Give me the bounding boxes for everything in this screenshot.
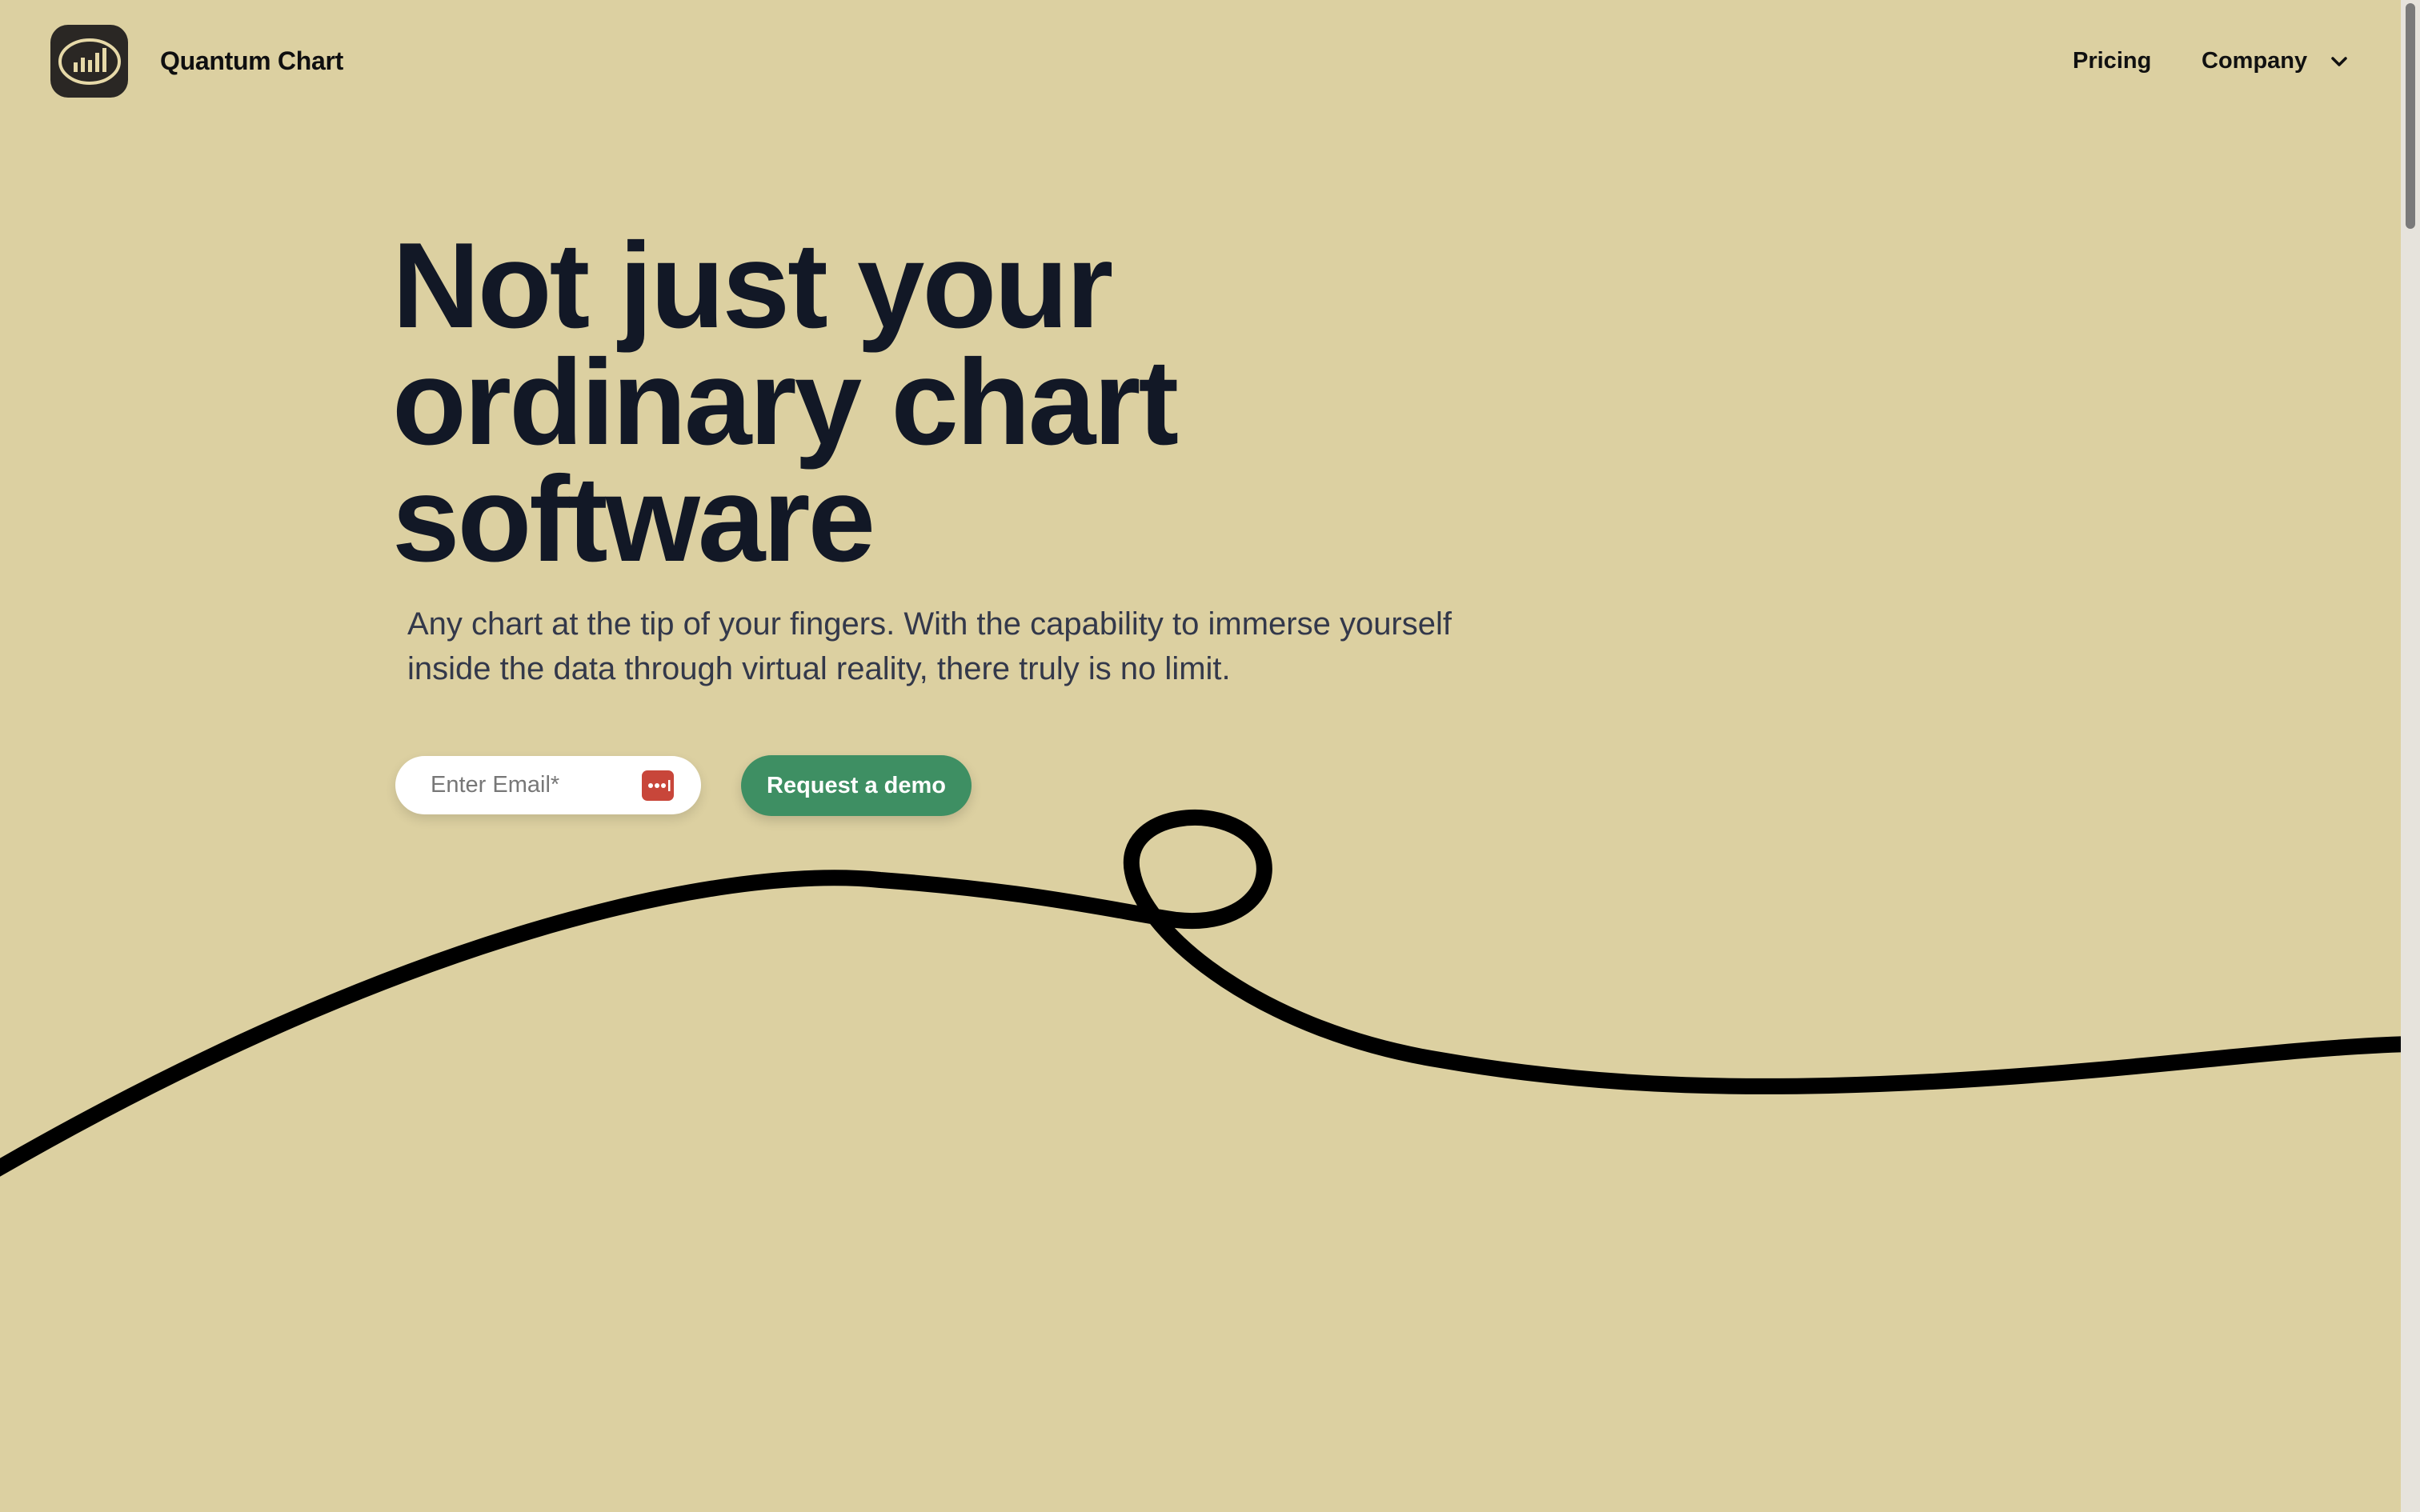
landing-page: Quantum Chart Pricing Company Not just y… [0,0,2420,1512]
chevron-down-icon [2331,56,2347,66]
site-header: Quantum Chart Pricing Company [0,0,2401,128]
email-input[interactable] [429,771,632,799]
chart-logo-icon[interactable] [50,25,128,98]
scrollbar-thumb[interactable] [2406,3,2415,229]
page-scrollbar[interactable] [2401,0,2420,1512]
nav-dropdown-company[interactable]: Company [2202,48,2350,74]
brand-name[interactable]: Quantum Chart [160,46,343,76]
email-field-wrapper [395,756,701,814]
nav-company-label: Company [2202,48,2308,74]
password-manager-icon[interactable] [642,770,674,801]
request-demo-button[interactable]: Request a demo [741,755,972,816]
nav-link-pricing[interactable]: Pricing [2073,48,2151,74]
hero-title: Not just your ordinary chart software [392,218,1179,587]
hero-subtitle: Any chart at the tip of your fingers. Wi… [407,606,1452,686]
